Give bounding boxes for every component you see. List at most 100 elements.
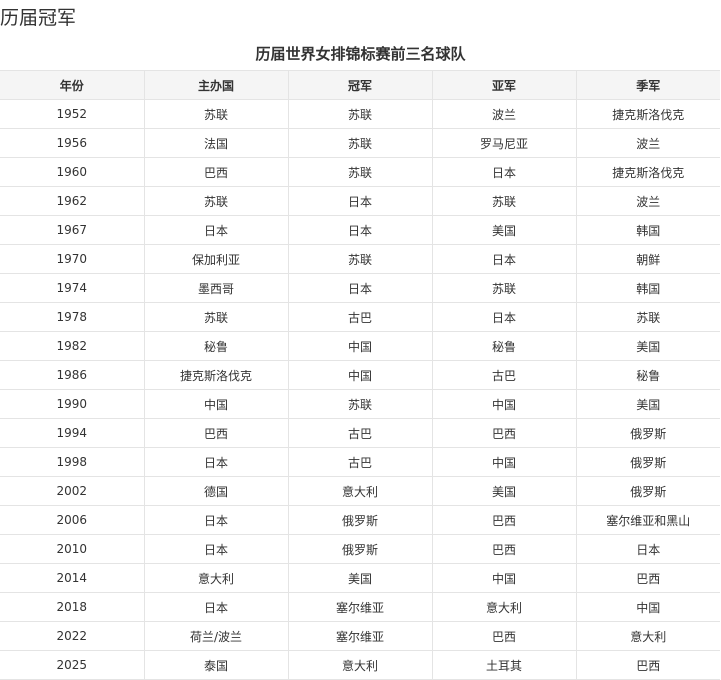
year-cell: 1962 <box>0 186 145 216</box>
champion-cell: 古巴 <box>287 302 433 332</box>
host-cell: 泰国 <box>143 650 289 680</box>
champion-header: 冠军 <box>287 70 433 100</box>
champion-cell: 古巴 <box>287 447 433 477</box>
champion-cell: 日本 <box>287 186 433 216</box>
host-cell: 苏联 <box>143 302 289 332</box>
runner-up-cell: 苏联 <box>431 273 577 303</box>
table-row: 1970 保加利亚 苏联 日本 朝鲜 <box>0 244 720 274</box>
table-row: 1998 日本 古巴 中国 俄罗斯 <box>0 447 720 477</box>
host-cell: 日本 <box>143 215 289 245</box>
host-cell: 荷兰/波兰 <box>143 621 289 651</box>
third-place-cell: 俄罗斯 <box>575 476 720 506</box>
champion-cell: 日本 <box>287 215 433 245</box>
table-title: 历届世界女排锦标赛前三名球队 <box>255 45 466 63</box>
host-cell: 巴西 <box>143 157 289 187</box>
third-place-cell: 意大利 <box>575 621 720 651</box>
table-row: 2022 荷兰/波兰 塞尔维亚 巴西 意大利 <box>0 621 720 651</box>
third-place-cell: 苏联 <box>575 302 720 332</box>
third-place-cell: 捷克斯洛伐克 <box>575 157 720 187</box>
host-cell: 捷克斯洛伐克 <box>143 360 289 390</box>
champion-cell: 日本 <box>287 273 433 303</box>
champion-cell: 塞尔维亚 <box>287 621 433 651</box>
third-place-cell: 美国 <box>575 331 720 361</box>
host-cell: 日本 <box>143 534 289 564</box>
third-place-cell: 韩国 <box>575 273 720 303</box>
year-cell: 1956 <box>0 128 145 158</box>
host-cell: 苏联 <box>143 186 289 216</box>
host-cell: 苏联 <box>143 99 289 129</box>
year-cell: 1974 <box>0 273 145 303</box>
year-cell: 2002 <box>0 476 145 506</box>
host-header: 主办国 <box>143 70 289 100</box>
third-place-cell: 日本 <box>575 534 720 564</box>
year-cell: 1970 <box>0 244 145 274</box>
champion-cell: 意大利 <box>287 650 433 680</box>
year-header: 年份 <box>0 70 145 100</box>
year-cell: 1952 <box>0 99 145 129</box>
third-place-cell: 波兰 <box>575 128 720 158</box>
champion-cell: 苏联 <box>287 389 433 419</box>
runner-up-cell: 美国 <box>431 215 577 245</box>
table-row: 1994 巴西 古巴 巴西 俄罗斯 <box>0 418 720 448</box>
table-body: 1952 苏联 苏联 波兰 捷克斯洛伐克 1956 法国 苏联 罗马尼亚 波兰 1960 巴西 苏联 日本… <box>0 99 720 680</box>
host-cell: 意大利 <box>143 563 289 593</box>
page-heading: 历届冠军 <box>0 7 77 29</box>
champion-cell: 美国 <box>287 563 433 593</box>
year-cell: 2018 <box>0 592 145 622</box>
third-place-cell: 朝鲜 <box>575 244 720 274</box>
runner-up-cell: 巴西 <box>431 505 577 535</box>
year-cell: 1990 <box>0 389 145 419</box>
runner-up-cell: 美国 <box>431 476 577 506</box>
third-place-cell: 俄罗斯 <box>575 418 720 448</box>
third-place-cell: 巴西 <box>575 563 720 593</box>
third-place-cell: 巴西 <box>575 650 720 680</box>
table-row: 1962 苏联 日本 苏联 波兰 <box>0 186 720 216</box>
champion-cell: 苏联 <box>287 99 433 129</box>
third-place-cell: 波兰 <box>575 186 720 216</box>
table-row: 1952 苏联 苏联 波兰 捷克斯洛伐克 <box>0 99 720 129</box>
champion-cell: 塞尔维亚 <box>287 592 433 622</box>
year-cell: 1978 <box>0 302 145 332</box>
table-row: 2002 德国 意大利 美国 俄罗斯 <box>0 476 720 506</box>
table-row: 2014 意大利 美国 中国 巴西 <box>0 563 720 593</box>
host-cell: 德国 <box>143 476 289 506</box>
year-cell: 1986 <box>0 360 145 390</box>
champion-cell: 中国 <box>287 331 433 361</box>
table-row: 2006 日本 俄罗斯 巴西 塞尔维亚和黑山 <box>0 505 720 535</box>
host-cell: 中国 <box>143 389 289 419</box>
runner-up-cell: 古巴 <box>431 360 577 390</box>
table-row: 1956 法国 苏联 罗马尼亚 波兰 <box>0 128 720 158</box>
host-cell: 巴西 <box>143 418 289 448</box>
table-row: 1982 秘鲁 中国 秘鲁 美国 <box>0 331 720 361</box>
third-place-cell: 秘鲁 <box>575 360 720 390</box>
third-place-cell: 捷克斯洛伐克 <box>575 99 720 129</box>
table-row: 1974 墨西哥 日本 苏联 韩国 <box>0 273 720 303</box>
runner-up-cell: 日本 <box>431 157 577 187</box>
runner-up-cell: 日本 <box>431 244 577 274</box>
year-cell: 2006 <box>0 505 145 535</box>
runner-up-cell: 罗马尼亚 <box>431 128 577 158</box>
runner-up-cell: 秘鲁 <box>431 331 577 361</box>
runner-up-header: 亚军 <box>431 70 577 100</box>
year-cell: 1960 <box>0 157 145 187</box>
runner-up-cell: 中国 <box>431 563 577 593</box>
runner-up-cell: 中国 <box>431 447 577 477</box>
third-place-header: 季军 <box>575 70 720 100</box>
champion-cell: 苏联 <box>287 157 433 187</box>
host-cell: 法国 <box>143 128 289 158</box>
runner-up-cell: 巴西 <box>431 418 577 448</box>
year-cell: 1967 <box>0 215 145 245</box>
runner-up-cell: 土耳其 <box>431 650 577 680</box>
runner-up-cell: 苏联 <box>431 186 577 216</box>
table-header-row: 年份 主办国 冠军 亚军 季军 <box>0 70 720 100</box>
table-row: 1960 巴西 苏联 日本 捷克斯洛伐克 <box>0 157 720 187</box>
table-row: 2010 日本 俄罗斯 巴西 日本 <box>0 534 720 564</box>
champion-cell: 中国 <box>287 360 433 390</box>
year-cell: 1998 <box>0 447 145 477</box>
runner-up-cell: 意大利 <box>431 592 577 622</box>
year-cell: 2022 <box>0 621 145 651</box>
third-place-cell: 美国 <box>575 389 720 419</box>
host-cell: 墨西哥 <box>143 273 289 303</box>
table-row: 2025 泰国 意大利 土耳其 巴西 <box>0 650 720 680</box>
runner-up-cell: 巴西 <box>431 621 577 651</box>
